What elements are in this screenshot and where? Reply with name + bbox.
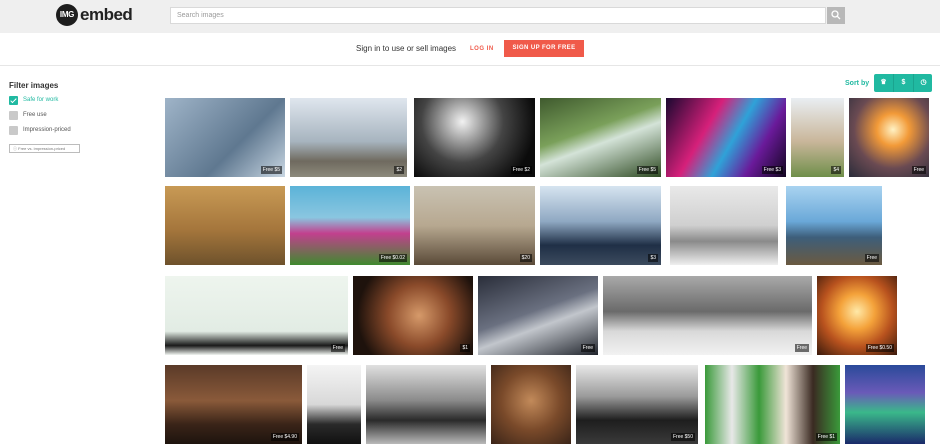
filter-title: Filter images (9, 81, 59, 90)
search-icon (831, 10, 841, 20)
image-tile[interactable]: Free (478, 276, 598, 355)
image-tile[interactable] (491, 365, 571, 444)
price-badge: Free $4.90 (270, 433, 299, 441)
login-link[interactable]: LOG IN (470, 45, 494, 53)
image-tile[interactable] (366, 365, 486, 444)
checkbox-icon[interactable] (9, 126, 18, 135)
image-tile[interactable]: Free (786, 186, 882, 265)
image-tile[interactable]: Free $3 (666, 98, 786, 177)
image-tile[interactable]: Free $0.50 (817, 276, 897, 355)
price-badge: Free (330, 344, 345, 352)
image-tile[interactable]: Free (849, 98, 929, 177)
sort-label: Sort by (845, 80, 870, 87)
price-badge: $2 (394, 166, 404, 174)
price-badge: Free $5 (260, 166, 282, 174)
image-tile[interactable] (670, 186, 778, 265)
pricing-info-label: Free vs. impression-priced (18, 146, 66, 151)
image-tile[interactable]: Free $1 (705, 365, 840, 444)
price-badge: Free $0.02 (378, 254, 407, 262)
price-badge: Free $2 (510, 166, 532, 174)
filter-label: Impression-priced (23, 127, 71, 133)
price-badge: Free (911, 166, 926, 174)
price-badge: Free (864, 254, 879, 262)
price-badge: Free $50 (670, 433, 695, 441)
price-badge: Free $3 (761, 166, 783, 174)
checkbox-checked-icon[interactable] (9, 96, 18, 105)
image-tile[interactable]: Free $0.02 (290, 186, 410, 265)
logo-text[interactable]: embed (80, 5, 133, 25)
image-tile[interactable]: Free $5 (165, 98, 285, 177)
trophy-icon[interactable]: ♛ (874, 74, 893, 92)
image-tile[interactable]: $4 (791, 98, 844, 177)
image-tile[interactable]: $3 (540, 186, 661, 265)
image-tile[interactable]: $1 (353, 276, 473, 355)
pricing-info-button[interactable]: ⓘ Free vs. impression-priced (9, 144, 80, 153)
checkbox-icon[interactable] (9, 111, 18, 120)
search-input[interactable]: Search images (170, 7, 826, 24)
filter-label: Free use (23, 112, 47, 118)
image-tile[interactable] (307, 365, 361, 444)
signup-button[interactable]: SIGN UP FOR FREE (504, 40, 584, 57)
price-badge: $3 (648, 254, 658, 262)
image-tile[interactable]: $2 (290, 98, 407, 177)
sort-options: ♛ $ ◷ (874, 74, 932, 92)
image-tile[interactable] (845, 365, 925, 444)
clock-icon[interactable]: ◷ (913, 74, 933, 92)
search-button[interactable] (827, 7, 845, 24)
dollar-icon[interactable]: $ (893, 74, 913, 92)
price-badge: Free (794, 344, 809, 352)
image-tile[interactable]: Free $5 (540, 98, 661, 177)
image-tile[interactable] (165, 186, 285, 265)
price-badge: $20 (519, 254, 532, 262)
image-tile[interactable]: Free $4.90 (165, 365, 302, 444)
image-tile[interactable]: Free $2 (414, 98, 535, 177)
price-badge: Free $1 (815, 433, 837, 441)
image-tile[interactable]: Free $50 (576, 365, 698, 444)
image-tile[interactable]: Free (603, 276, 812, 355)
logo-badge[interactable]: IMG (56, 4, 78, 26)
image-tile[interactable]: Free (165, 276, 348, 355)
price-badge: Free (580, 344, 595, 352)
price-badge: Free $5 (636, 166, 658, 174)
filter-label: Safe for work (23, 97, 59, 103)
signin-prompt: Sign in to use or sell images (356, 44, 457, 53)
price-badge: $4 (831, 166, 841, 174)
price-badge: $1 (460, 344, 470, 352)
price-badge: Free $0.50 (865, 344, 894, 352)
image-tile[interactable]: $20 (414, 186, 535, 265)
